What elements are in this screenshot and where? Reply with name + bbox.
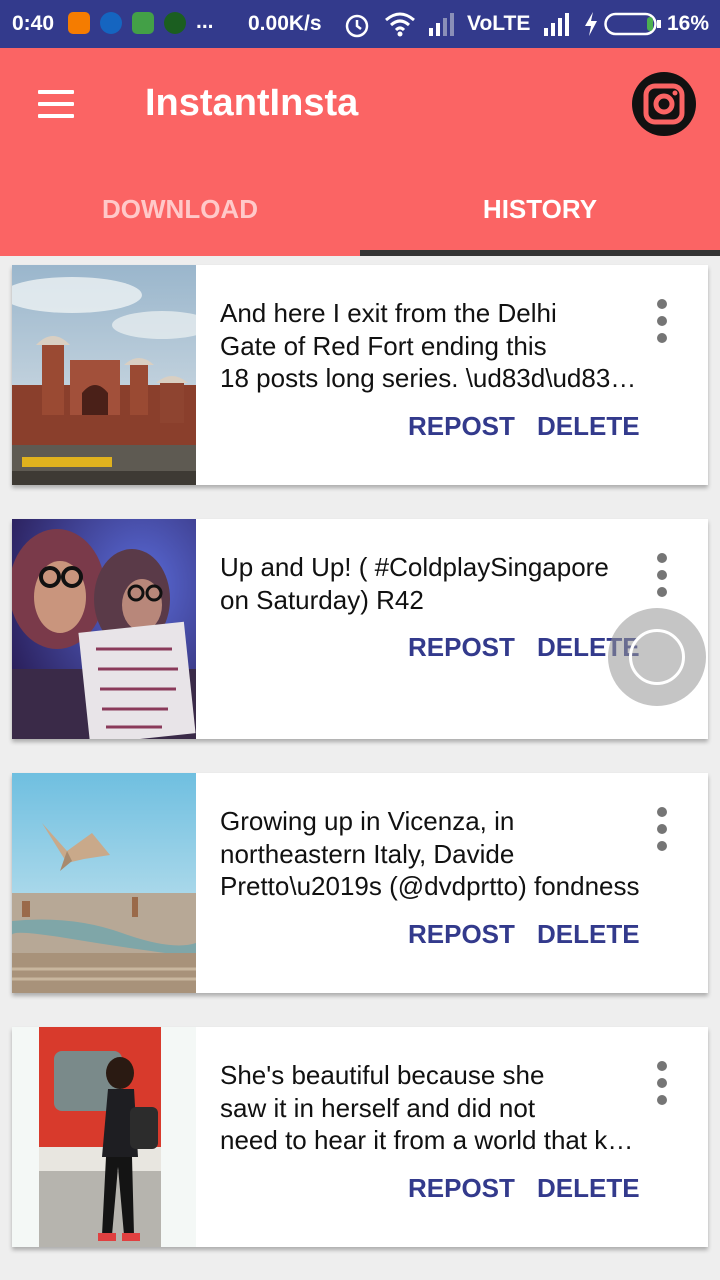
delete-button[interactable]: DELETE <box>537 1173 640 1204</box>
wifi-icon <box>385 12 415 37</box>
repost-button[interactable]: REPOST <box>408 411 515 442</box>
caption-line: need to hear it from a world that knows <box>220 1125 642 1155</box>
caption-line: Pretto\u2019s (@dvdprtto) fondness <box>220 871 640 901</box>
more-vertical-icon[interactable] <box>646 805 678 853</box>
hamburger-menu-icon[interactable] <box>36 88 76 120</box>
status-time: 0:40 <box>12 12 55 35</box>
repost-button[interactable]: REPOST <box>408 632 515 663</box>
more-vertical-icon[interactable] <box>646 1059 678 1107</box>
post-thumbnail[interactable] <box>12 265 196 485</box>
post-caption: Up and Up! ( #ColdplaySingapore on Satur… <box>220 551 642 616</box>
history-card: Growing up in Vicenza, in northeastern I… <box>12 773 708 993</box>
battery-icon <box>604 12 661 36</box>
signal-icon <box>429 13 454 36</box>
delete-button[interactable]: DELETE <box>537 919 640 950</box>
tab-history[interactable]: HISTORY <box>360 194 720 224</box>
post-thumbnail[interactable] <box>12 773 196 993</box>
history-card: And here I exit from the Delhi Gate of R… <box>12 265 708 485</box>
battery-app-icon <box>132 12 154 34</box>
more-vertical-icon[interactable] <box>646 551 678 599</box>
mi-app-icon <box>68 12 90 34</box>
caption-line: Gate of Red Fort ending this <box>220 330 547 361</box>
delete-button[interactable]: DELETE <box>537 411 640 442</box>
network-speed: 0.00K/s <box>248 12 322 35</box>
repost-button[interactable]: REPOST <box>408 919 515 950</box>
post-thumbnail[interactable] <box>12 1027 196 1247</box>
caption-line: on Saturday) R42 <box>220 584 424 615</box>
messenger-icon <box>100 12 122 34</box>
caption-line: Up and Up! ( #ColdplaySingapore <box>220 552 609 582</box>
caption-line: northeastern Italy, Davide <box>220 838 515 869</box>
tab-indicator <box>360 250 720 256</box>
caption-line: 18 posts long series. \ud83d\ud83d\ud83d <box>220 363 642 393</box>
history-card: She's beautiful because she saw it in he… <box>12 1027 708 1247</box>
tab-download[interactable]: DOWNLOAD <box>0 194 360 224</box>
battery-level: 16% <box>667 12 710 35</box>
charging-bolt-icon <box>585 12 597 36</box>
more-notifications: ... <box>196 10 214 33</box>
more-vertical-icon[interactable] <box>646 297 678 345</box>
caption-line: She's beautiful because she <box>220 1060 545 1090</box>
alarm-icon <box>345 14 369 38</box>
repost-button[interactable]: REPOST <box>408 1173 515 1204</box>
whatsapp-icon <box>164 12 186 34</box>
post-thumbnail[interactable] <box>12 519 196 739</box>
floating-circle-button-icon[interactable] <box>608 608 706 706</box>
post-caption: Growing up in Vicenza, in northeastern I… <box>220 805 642 903</box>
post-caption: And here I exit from the Delhi Gate of R… <box>220 297 642 395</box>
app-bar <box>0 48 720 256</box>
caption-line: saw it in herself and did not <box>220 1092 536 1123</box>
instagram-icon[interactable] <box>632 72 696 136</box>
network-type: VoLTE <box>467 12 531 35</box>
status-bar: 0:40 ... 0.00K/s VoLTE 16% <box>0 0 720 48</box>
caption-line: Growing up in Vicenza, in <box>220 806 515 836</box>
app-title: InstantInsta <box>145 82 359 124</box>
post-caption: She's beautiful because she saw it in he… <box>220 1059 642 1157</box>
history-card: Up and Up! ( #ColdplaySingapore on Satur… <box>12 519 708 739</box>
signal-icon-2 <box>544 13 569 36</box>
caption-line: And here I exit from the Delhi <box>220 298 557 328</box>
